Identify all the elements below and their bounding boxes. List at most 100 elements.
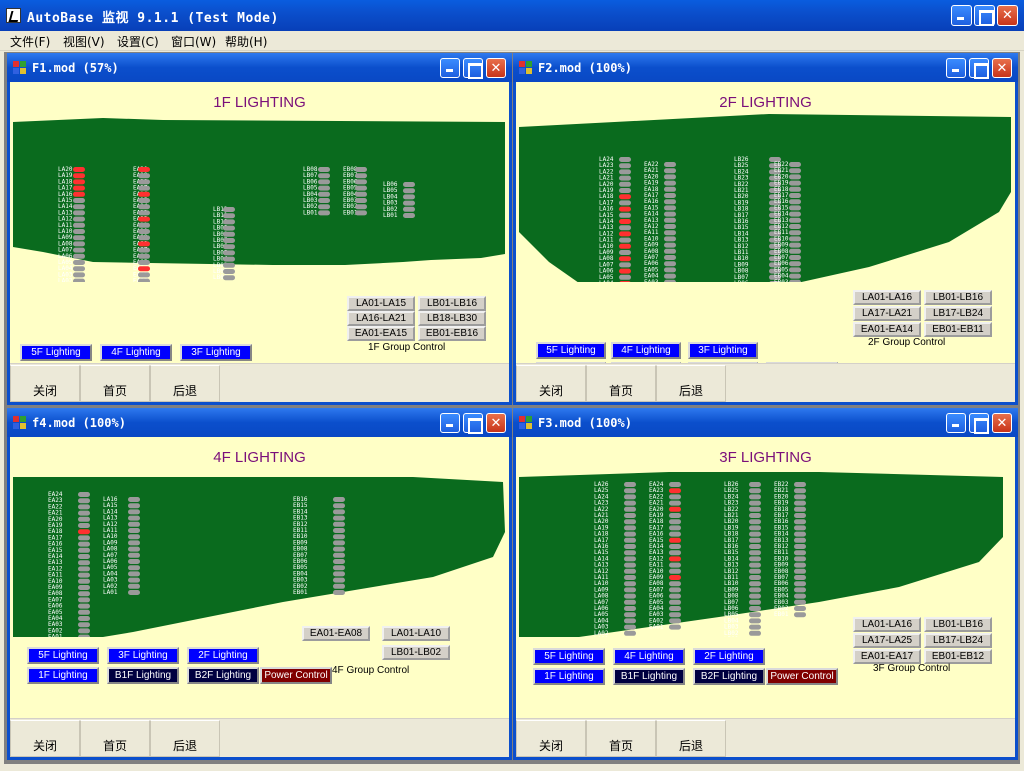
child-close-button[interactable]: ✕ — [992, 58, 1012, 78]
lamp-indicator[interactable] — [624, 500, 636, 506]
lamp-indicator[interactable] — [624, 537, 636, 543]
menu-help[interactable]: 帮助(H) — [225, 33, 267, 50]
lamp-indicator[interactable] — [128, 590, 140, 595]
lamp-indicator[interactable] — [669, 562, 681, 568]
lamp-indicator[interactable] — [789, 248, 801, 254]
back-button[interactable]: 后退 — [656, 365, 726, 402]
lamp-indicator[interactable] — [318, 198, 330, 203]
lamp-indicator[interactable] — [749, 525, 761, 531]
lamp-indicator[interactable] — [789, 230, 801, 236]
lamp-indicator[interactable] — [73, 179, 85, 185]
lamp-indicator[interactable] — [624, 587, 636, 593]
lamp-indicator[interactable] — [749, 587, 761, 593]
lamp-indicator[interactable] — [749, 544, 761, 549]
lamp-indicator[interactable] — [619, 175, 631, 181]
home-button[interactable]: 首页 — [586, 720, 656, 757]
lamp-indicator[interactable] — [624, 482, 636, 487]
maximize-button[interactable] — [974, 5, 995, 26]
back-button[interactable]: 后退 — [150, 720, 220, 757]
group-control-button[interactable]: LA17-LA21 — [853, 306, 921, 321]
nav-button-b2[interactable]: B2F Lighting — [187, 667, 259, 684]
lamp-indicator[interactable] — [794, 519, 806, 525]
nav-button-f3[interactable]: 3F Lighting — [688, 342, 758, 359]
lamp-indicator[interactable] — [333, 590, 345, 595]
lamp-indicator[interactable] — [794, 581, 806, 587]
lamp-indicator[interactable] — [794, 575, 806, 580]
lamp-indicator[interactable] — [624, 606, 636, 611]
lamp-indicator[interactable] — [669, 587, 681, 593]
lamp-indicator[interactable] — [73, 198, 85, 203]
lamp-indicator[interactable] — [664, 224, 676, 229]
lamp-indicator[interactable] — [664, 168, 676, 174]
back-button[interactable]: 后退 — [150, 365, 220, 402]
lamp-indicator[interactable] — [78, 597, 90, 603]
lamp-indicator[interactable] — [749, 599, 761, 605]
back-button[interactable]: 后退 — [656, 720, 726, 757]
lamp-indicator[interactable] — [619, 212, 631, 218]
lamp-indicator[interactable] — [669, 618, 681, 624]
lamp-indicator[interactable] — [619, 206, 631, 212]
lamp-indicator[interactable] — [73, 260, 85, 265]
child-minimize-button[interactable] — [440, 413, 460, 433]
lamp-indicator[interactable] — [789, 186, 801, 192]
lamp-indicator[interactable] — [333, 515, 345, 521]
lamp-indicator[interactable] — [318, 185, 330, 191]
lamp-indicator[interactable] — [78, 609, 90, 615]
lamp-indicator[interactable] — [403, 200, 415, 206]
lamp-indicator[interactable] — [794, 587, 806, 593]
lamp-indicator[interactable] — [794, 513, 806, 518]
lamp-indicator[interactable] — [664, 273, 676, 279]
home-button[interactable]: 首页 — [586, 365, 656, 402]
lamp-indicator[interactable] — [78, 529, 90, 535]
lamp-indicator[interactable] — [619, 281, 631, 282]
lamp-indicator[interactable] — [749, 531, 761, 537]
lamp-indicator[interactable] — [619, 163, 631, 169]
group-control-button[interactable]: LB01-LB16 — [924, 290, 992, 305]
lamp-indicator[interactable] — [669, 606, 681, 611]
lamp-indicator[interactable] — [624, 488, 636, 494]
lamp-indicator[interactable] — [794, 562, 806, 568]
child-minimize-button[interactable] — [440, 58, 460, 78]
lamp-indicator[interactable] — [624, 531, 636, 537]
child-maximize-button[interactable] — [463, 58, 483, 79]
nav-button-f4[interactable]: 4F Lighting — [613, 648, 685, 665]
lamp-indicator[interactable] — [664, 180, 676, 186]
lamp-indicator[interactable] — [624, 568, 636, 574]
mdi-window-f3[interactable]: F3.mod (100%) ✕ LA26 LA25 LA24 LA23 LA22 LA21 LA… — [513, 408, 1018, 760]
lamp-indicator[interactable] — [664, 242, 676, 248]
lamp-indicator[interactable] — [669, 519, 681, 525]
lamp-indicator[interactable] — [624, 575, 636, 580]
group-control-button[interactable]: EA01-EA08 — [302, 626, 370, 641]
lamp-indicator[interactable] — [794, 482, 806, 487]
lamp-indicator[interactable] — [403, 213, 415, 218]
lamp-indicator[interactable] — [78, 504, 90, 510]
lamp-indicator[interactable] — [78, 591, 90, 597]
lamp-indicator[interactable] — [128, 577, 140, 583]
lamp-indicator[interactable] — [749, 550, 761, 556]
group-control-button[interactable]: LB01-LB16 — [924, 617, 992, 632]
lamp-indicator[interactable] — [749, 630, 761, 636]
lamp-indicator[interactable] — [318, 191, 330, 197]
lamp-indicator[interactable] — [619, 256, 631, 262]
child-minimize-button[interactable] — [946, 413, 966, 433]
lamp-indicator[interactable] — [669, 612, 681, 618]
lamp-indicator[interactable] — [128, 583, 140, 589]
lamp-indicator[interactable] — [138, 278, 150, 282]
group-control-button[interactable]: LB01-LB02 — [382, 645, 450, 660]
lamp-indicator[interactable] — [333, 534, 345, 540]
main-title-bar[interactable]: AutoBase 监视 9.1.1 (Test Mode) ✕ — [0, 0, 1024, 31]
lamp-indicator[interactable] — [624, 506, 636, 512]
lamp-indicator[interactable] — [789, 168, 801, 174]
lamp-indicator[interactable] — [749, 618, 761, 624]
lamp-indicator[interactable] — [619, 262, 631, 268]
lamp-indicator[interactable] — [624, 581, 636, 587]
lamp-indicator[interactable] — [73, 278, 85, 282]
lamp-indicator[interactable] — [664, 255, 676, 260]
lamp-indicator[interactable] — [749, 612, 761, 618]
home-button[interactable]: 首页 — [80, 365, 150, 402]
lamp-indicator[interactable] — [78, 616, 90, 621]
nav-button-power[interactable]: Power Control — [260, 667, 332, 684]
lamp-indicator[interactable] — [403, 206, 415, 212]
lamp-indicator[interactable] — [749, 581, 761, 587]
lamp-indicator[interactable] — [128, 565, 140, 571]
